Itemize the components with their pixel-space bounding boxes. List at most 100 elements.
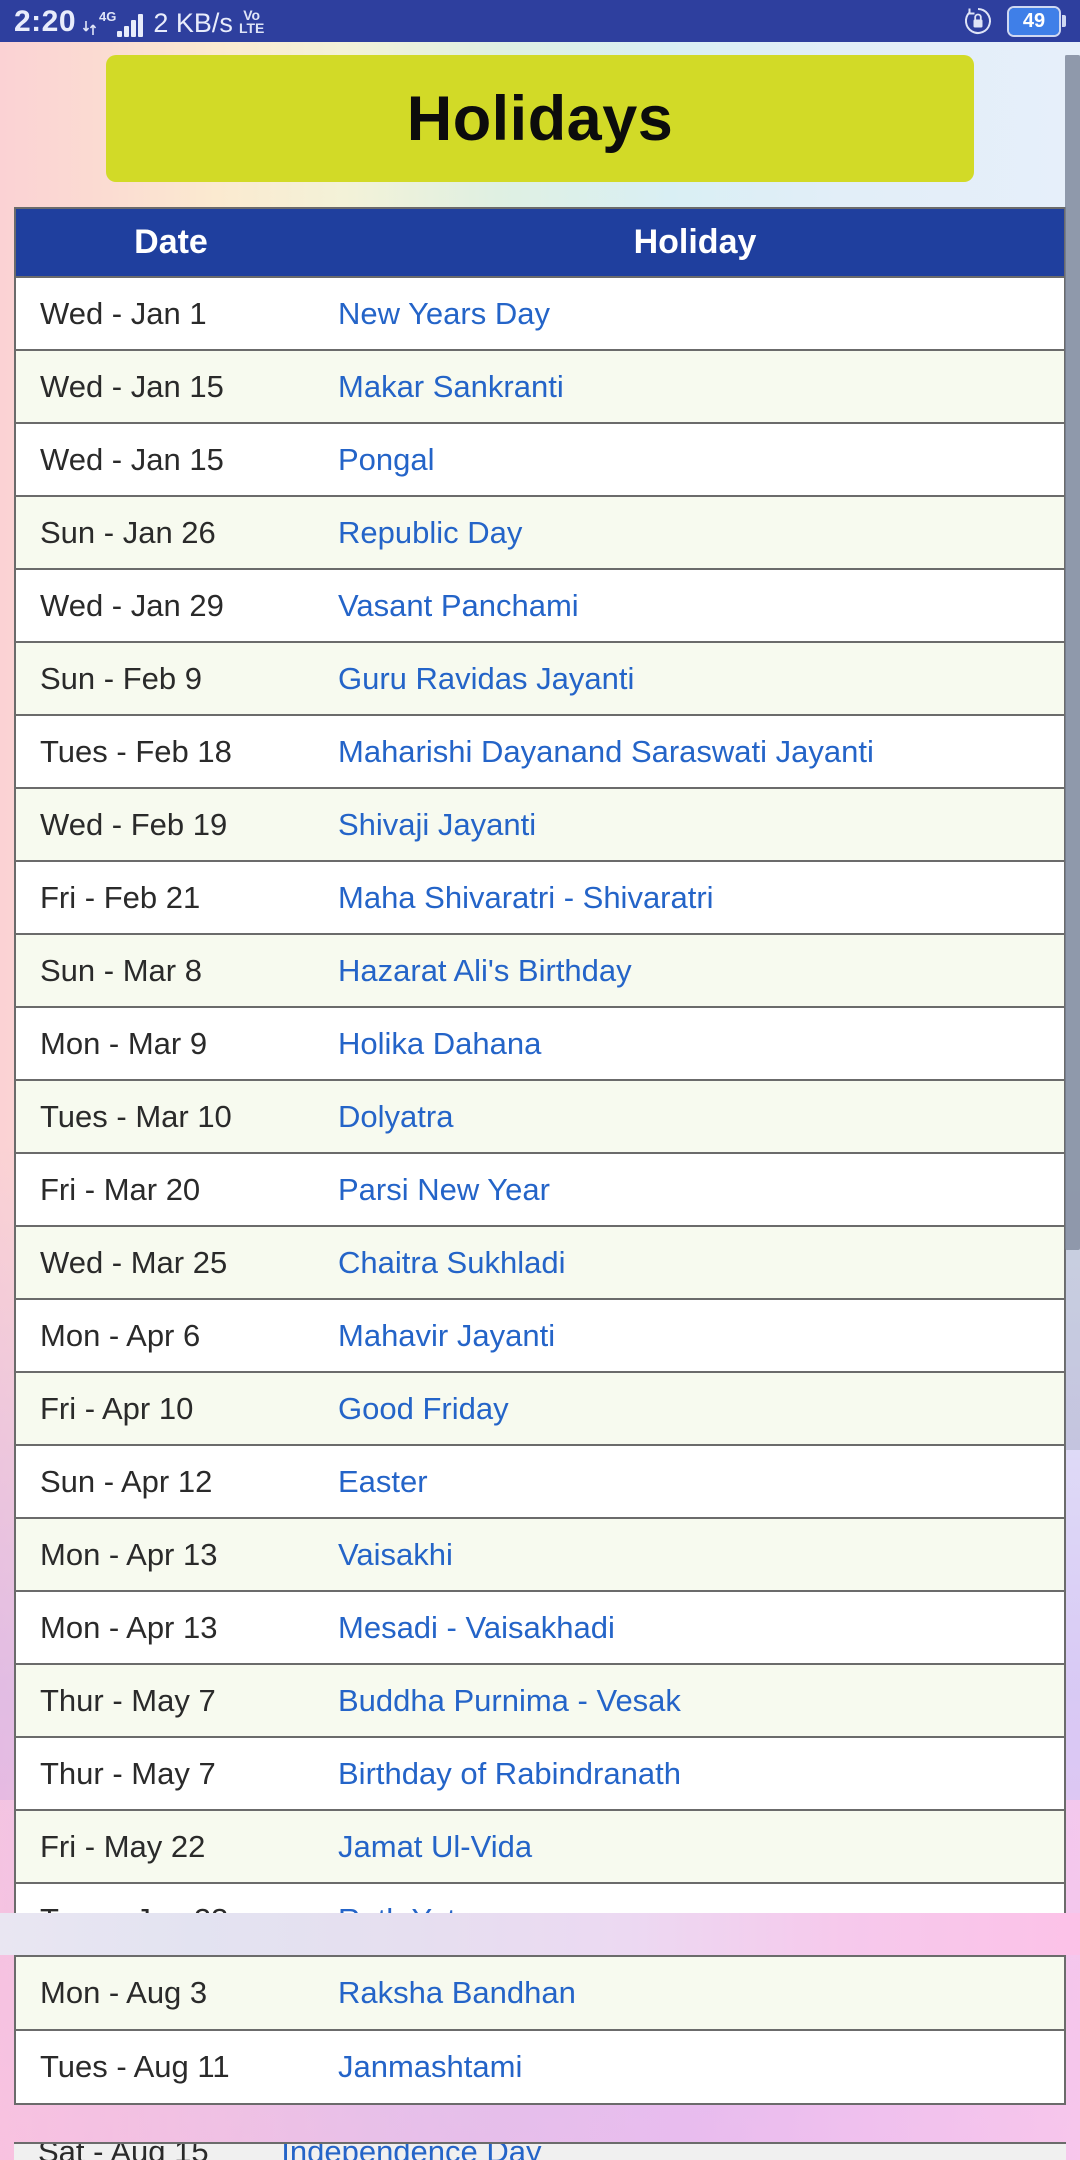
table-header-row: Date Holiday [16,209,1064,278]
holiday-link[interactable]: Mahavir Jayanti [338,1318,555,1353]
table-row[interactable]: Fri - Apr 10 Good Friday [16,1371,1064,1445]
cell-holiday: Good Friday [326,1371,1064,1445]
table-row[interactable]: Fri - May 22 Jamat Ul-Vida [16,1809,1064,1883]
status-bar-right: 49 [963,5,1066,37]
holiday-link[interactable]: Maha Shivaratri - Shivaratri [338,880,714,915]
holiday-link[interactable]: Janmashtami [338,2049,522,2084]
holiday-link[interactable]: Guru Ravidas Jayanti [338,661,634,696]
table-row[interactable]: Wed - Jan 1 New Years Day [16,277,1064,350]
cell-holiday: Birthday of Rabindranath [326,1736,1064,1810]
battery-percent-label: 49 [1022,10,1046,32]
cell-holiday: Jamat Ul-Vida [326,1809,1064,1883]
table-row[interactable]: Sun - Apr 12 Easter [16,1444,1064,1518]
status-bar-left: 2:20 4G 2 KB/s Vo LTE [14,5,963,37]
status-clock: 2:20 [14,5,77,38]
cell-date: Sun - Jan 26 [16,495,326,569]
network-indicator-group: 4G [82,5,144,37]
table-row[interactable]: Mon - Apr 13 Vaisakhi [16,1517,1064,1591]
table-row[interactable]: Thur - May 7 Buddha Purnima - Vesak [16,1663,1064,1737]
holiday-link[interactable]: Makar Sankranti [338,369,564,404]
table-row[interactable]: Sun - Mar 8 Hazarat Ali's Birthday [16,933,1064,1007]
cell-date: Wed - Jan 1 [40,295,207,331]
partial-bottom-row[interactable]: Sat - Aug 15 Independence Day [14,2142,1066,2160]
holiday-link[interactable]: Maharishi Dayanand Saraswati Jayanti [338,734,874,769]
data-speed-label: 2 KB/s [153,8,233,38]
holiday-link[interactable]: Holika Dahana [338,1026,541,1061]
holiday-link[interactable]: Birthday of Rabindranath [338,1756,681,1791]
holiday-link[interactable]: Pongal [338,442,435,477]
cell-date: Tues - Mar 10 [16,1079,326,1153]
column-header-holiday[interactable]: Holiday [326,209,1064,278]
cell-holiday: Mahavir Jayanti [326,1298,1064,1372]
page-title: Holidays [406,83,674,154]
table-row[interactable]: Wed - Jan 29 Vasant Panchami [16,568,1064,642]
cell-date: Wed - Mar 25 [16,1225,326,1299]
table-row[interactable]: Tues - Mar 10 Dolyatra [16,1079,1064,1153]
rotation-lock-icon [963,6,993,36]
cell-holiday: Dolyatra [326,1079,1064,1153]
table-row[interactable]: Wed - Jan 15 Makar Sankranti [16,349,1064,423]
holiday-link[interactable]: New Years Day [338,296,550,331]
holiday-link[interactable]: Raksha Bandhan [338,1975,576,2010]
battery-indicator: 49 [1007,5,1066,37]
holiday-link[interactable]: Mesadi - Vaisakhadi [338,1610,615,1645]
holiday-link[interactable]: Easter [338,1464,428,1499]
cell-holiday: Janmashtami [326,2029,1064,2103]
holiday-link[interactable]: Good Friday [338,1391,509,1426]
table-row[interactable]: Sun - Jan 26 Republic Day [16,495,1064,569]
column-header-date[interactable]: Date [16,209,326,278]
table-row[interactable]: Tues - Aug 11 Janmashtami [16,2029,1064,2103]
table-row[interactable]: Wed - Jan 15 Pongal [16,422,1064,496]
holidays-table-continued: Mon - Aug 3 Raksha Bandhan Tues - Aug 11 Ja… [16,1957,1064,2103]
holiday-link[interactable]: Vaisakhi [338,1537,453,1572]
holiday-link[interactable]: Dolyatra [338,1099,453,1134]
cell-date: Fri - Mar 20 [16,1152,326,1226]
table-row[interactable]: Thur - May 7 Birthday of Rabindranath [16,1736,1064,1810]
table-head: Date Holiday [16,209,1064,278]
cell-date: Wed - Jan 15 [16,349,326,423]
holidays-table-continued-container: Mon - Aug 3 Raksha Bandhan Tues - Aug 11 Ja… [14,1955,1066,2105]
cell-holiday: Mesadi - Vaisakhadi [326,1590,1064,1664]
cell-holiday: Makar Sankranti [326,349,1064,423]
table-row[interactable]: Mon - Mar 9 Holika Dahana [16,1006,1064,1080]
vertical-scrollbar-thumb[interactable] [1065,55,1080,1250]
cell-holiday: Chaitra Sukhladi [326,1225,1064,1299]
holidays-table: Date Holiday Wed - Jan 1 New Years Day Wed… [16,209,1064,1956]
cell-date: Sun - Apr 12 [16,1444,326,1518]
cell-holiday: Maharishi Dayanand Saraswati Jayanti [326,714,1064,788]
cell-date: Thur - May 7 [16,1663,326,1737]
table-row[interactable]: Mon - Apr 6 Mahavir Jayanti [16,1298,1064,1372]
table-row[interactable]: Sun - Feb 9 Guru Ravidas Jayanti [16,641,1064,715]
cell-date: Thur - May 7 [16,1736,326,1810]
table-row[interactable]: Mon - Aug 3 Raksha Bandhan [16,1957,1064,2030]
cell-holiday: Buddha Purnima - Vesak [326,1663,1064,1737]
battery-body: 49 [1007,5,1061,37]
table-row[interactable]: Wed - Mar 25 Chaitra Sukhladi [16,1225,1064,1299]
table-row[interactable]: Wed - Feb 19 Shivaji Jayanti [16,787,1064,861]
cell-holiday: New Years Day [326,277,1064,350]
holiday-link[interactable]: Jamat Ul-Vida [338,1829,532,1864]
cell-date: Mon - Aug 3 [40,1975,208,2010]
app-screen: 2:20 4G 2 KB/s Vo LTE 49 Holidays Date H… [0,0,1080,2160]
cell-holiday: Vaisakhi [326,1517,1064,1591]
holiday-link[interactable]: Vasant Panchami [338,588,579,623]
holiday-link[interactable]: Buddha Purnima - Vesak [338,1683,681,1718]
cell-holiday: Maha Shivaratri - Shivaratri [326,860,1064,934]
cell-date: Fri - May 22 [16,1809,326,1883]
table-row[interactable]: Fri - Feb 21 Maha Shivaratri - Shivaratri [16,860,1064,934]
table-row[interactable]: Tues - Feb 18 Maharishi Dayanand Saraswat… [16,714,1064,788]
volte-bottom-label: LTE [238,20,265,36]
cell-date: Wed - Feb 19 [16,787,326,861]
holiday-link[interactable]: Republic Day [338,515,522,550]
holiday-link[interactable]: Parsi New Year [338,1172,550,1207]
cell-date: Tues - Feb 18 [16,714,326,788]
holiday-link[interactable]: Shivaji Jayanti [338,807,536,842]
table-row[interactable]: Mon - Apr 13 Mesadi - Vaisakhadi [16,1590,1064,1664]
partial-row-date: Sat - Aug 15 [38,2142,209,2160]
table-row[interactable]: Fri - Mar 20 Parsi New Year [16,1152,1064,1226]
battery-tip [1062,15,1066,27]
holiday-link[interactable]: Chaitra Sukhladi [338,1245,565,1280]
status-bar: 2:20 4G 2 KB/s Vo LTE 49 [0,0,1080,42]
network-type-label: 4G [99,9,117,24]
holiday-link[interactable]: Hazarat Ali's Birthday [338,953,632,988]
